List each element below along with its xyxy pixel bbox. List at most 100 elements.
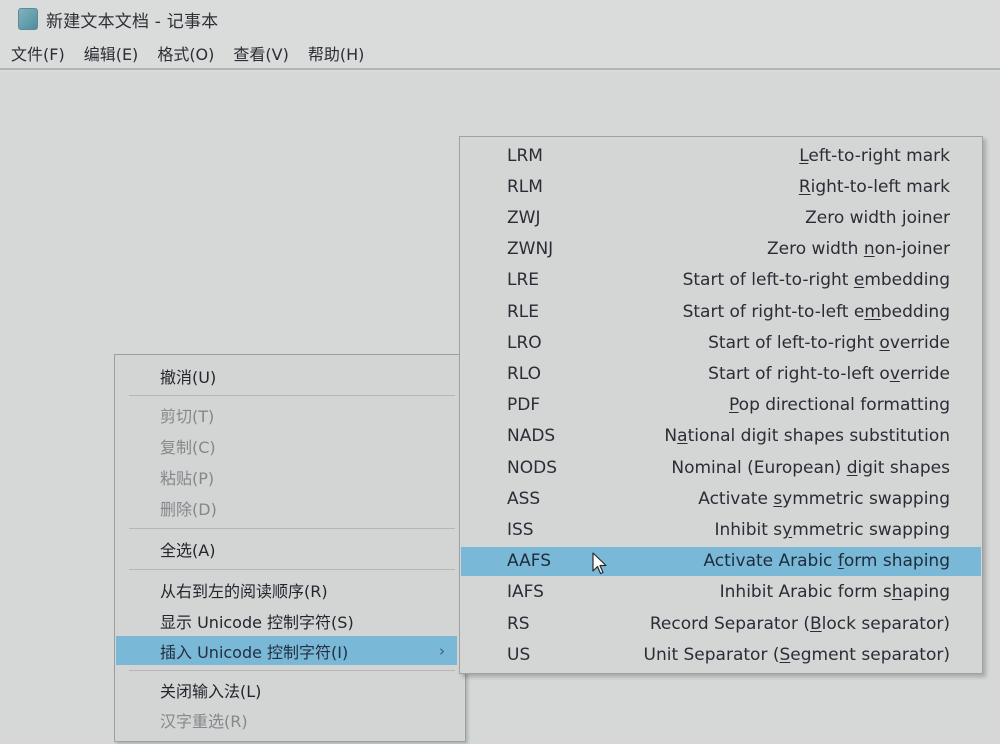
context-reconvert[interactable]: 汉字重选(R) [116,705,457,734]
control-description: Record Separator (Block separator) [650,614,950,634]
control-code: ZWNJ [507,239,554,260]
context-insert-unicode-control[interactable]: 插入 Unicode 控制字符(I) › [116,636,457,665]
control-description: Start of left-to-right override [708,333,950,353]
description-text: N [664,426,678,447]
control-code: RS [507,613,530,634]
context-item-label: 关闭输入法(L) [160,681,262,701]
control-code: PDF [507,395,541,416]
menu-separator [129,670,455,671]
description-text: Zero width [767,239,864,260]
context-undo[interactable]: 撤消(U) [116,361,457,390]
submenu-item-nods[interactable]: NODS Nominal (European) digit shapes [461,453,981,482]
context-item-label: 剪切(T) [160,406,215,426]
access-key: R [798,176,811,197]
context-copy[interactable]: 复制(C) [116,431,457,460]
submenu-item-rle[interactable]: RLE Start of right-to-left embedding [461,297,981,326]
submenu-item-lre[interactable]: LRE Start of left-to-right embedding [461,266,981,295]
menu-separator [129,395,455,396]
description-text: mmetric swapping [792,519,950,540]
description-text: Inhibit s [714,519,783,540]
control-description: Right-to-left mark [799,177,950,197]
description-text: egment separator) [790,644,950,665]
submenu-item-aafs[interactable]: AAFS Activate Arabic form shaping [461,546,981,576]
submenu-item-iafs[interactable]: IAFS Inhibit Arabic form shaping [461,578,981,607]
description-text: Nominal (European) [671,457,847,478]
context-rtl-reading-order[interactable]: 从右到左的阅读顺序(R) [116,575,457,604]
menu-separator [129,528,455,529]
control-code: LRE [507,270,540,291]
description-text: oiner [906,207,950,228]
submenu-item-lrm[interactable]: LRM Left-to-right mark [461,141,981,170]
description-text: orm shaping [843,551,950,572]
menu-view[interactable]: 查看(V) [232,39,289,67]
context-paste[interactable]: 粘贴(P) [116,462,457,491]
submenu-item-zwj[interactable]: ZWJ Zero width joiner [461,203,981,232]
context-delete[interactable]: 删除(D) [116,493,457,522]
submenu-item-pdf[interactable]: PDF Pop directional formatting [461,391,981,420]
control-description: Inhibit Arabic form shaping [720,582,950,602]
control-description: Zero width joiner [805,208,950,228]
menu-edit[interactable]: 编辑(E) [83,39,140,67]
submenu-item-rlm[interactable]: RLM Right-to-left mark [461,172,981,201]
context-item-label: 撤消(U) [160,367,217,387]
title-bar: 新建文本文档 - 记事本 [0,0,1000,38]
context-item-label: 插入 Unicode 控制字符(I) [160,642,349,662]
submenu-item-ass[interactable]: ASS Activate symmetric swapping [461,484,981,513]
description-text: Start of right-to-left o [708,363,890,384]
control-code: ZWJ [507,207,541,228]
context-close-ime[interactable]: 关闭输入法(L) [116,675,457,704]
notepad-window: 新建文本文档 - 记事本 文件(F) 编辑(E) 格式(O) 查看(V) 帮助(… [0,0,1000,744]
access-key: h [891,582,903,603]
submenu-item-iss[interactable]: ISS Inhibit symmetric swapping [461,515,981,544]
control-code: RLM [507,176,543,197]
control-code: US [507,644,531,665]
description-text: igit shapes [857,457,950,478]
submenu-item-rlo[interactable]: RLO Start of right-to-left override [461,359,981,388]
control-code: RLE [507,301,540,322]
description-text: Unit Separator ( [643,644,780,665]
description-text: Inhibit Arabic form s [719,582,892,603]
control-description: Zero width non-joiner [767,239,950,259]
access-key: e [853,270,865,291]
description-text: op directional formatting [738,395,950,416]
description-text: tional digit shapes substitution [687,426,950,447]
description-text: verride [889,332,950,353]
description-text: Start of right-to-left e [682,301,865,322]
access-key: S [779,644,791,665]
control-code: LRM [507,145,543,166]
submenu-item-lro[interactable]: LRO Start of left-to-right override [461,328,981,357]
access-key: v [889,363,900,384]
control-description: Activate Arabic form shaping [703,551,950,571]
control-code: AAFS [507,551,552,572]
control-code: ASS [507,488,541,509]
description-text: mbedding [864,270,950,291]
access-key: B [809,613,822,634]
description-text: Start of left-to-right [708,332,880,353]
notepad-icon [18,8,38,30]
control-description: Unit Separator (Segment separator) [644,645,951,665]
submenu-item-rs[interactable]: RS Record Separator (Block separator) [461,609,981,638]
description-text: Start of left-to-right [682,270,854,291]
submenu-item-zwnj[interactable]: ZWNJ Zero width non-joiner [461,235,981,264]
description-text: ight-to-left mark [810,176,950,197]
control-code: RLO [507,363,542,384]
context-show-unicode-control[interactable]: 显示 Unicode 控制字符(S) [116,606,457,635]
context-item-label: 粘贴(P) [160,468,215,488]
control-code: LRO [507,332,542,353]
context-item-label: 显示 Unicode 控制字符(S) [160,612,354,632]
menu-file[interactable]: 文件(F) [10,39,66,67]
access-key: m [864,301,881,322]
unicode-control-submenu: LRM Left-to-right mark RLM Right-to-left ma… [459,136,983,674]
menu-bar: 文件(F) 编辑(E) 格式(O) 查看(V) 帮助(H) [0,38,1000,70]
context-select-all[interactable]: 全选(A) [116,534,457,563]
context-cut[interactable]: 剪切(T) [116,400,457,429]
menu-format[interactable]: 格式(O) [156,39,215,67]
description-text: on-joiner [874,239,950,260]
control-description: Activate symmetric swapping [698,489,950,509]
submenu-item-us[interactable]: US Unit Separator (Segment separator) [461,640,981,669]
access-key: a [677,426,688,447]
context-item-label: 删除(D) [160,499,217,519]
submenu-item-nads[interactable]: NADS National digit shapes substitution [461,422,981,451]
menu-help[interactable]: 帮助(H) [307,39,366,67]
context-item-label: 从右到左的阅读顺序(R) [160,581,328,601]
